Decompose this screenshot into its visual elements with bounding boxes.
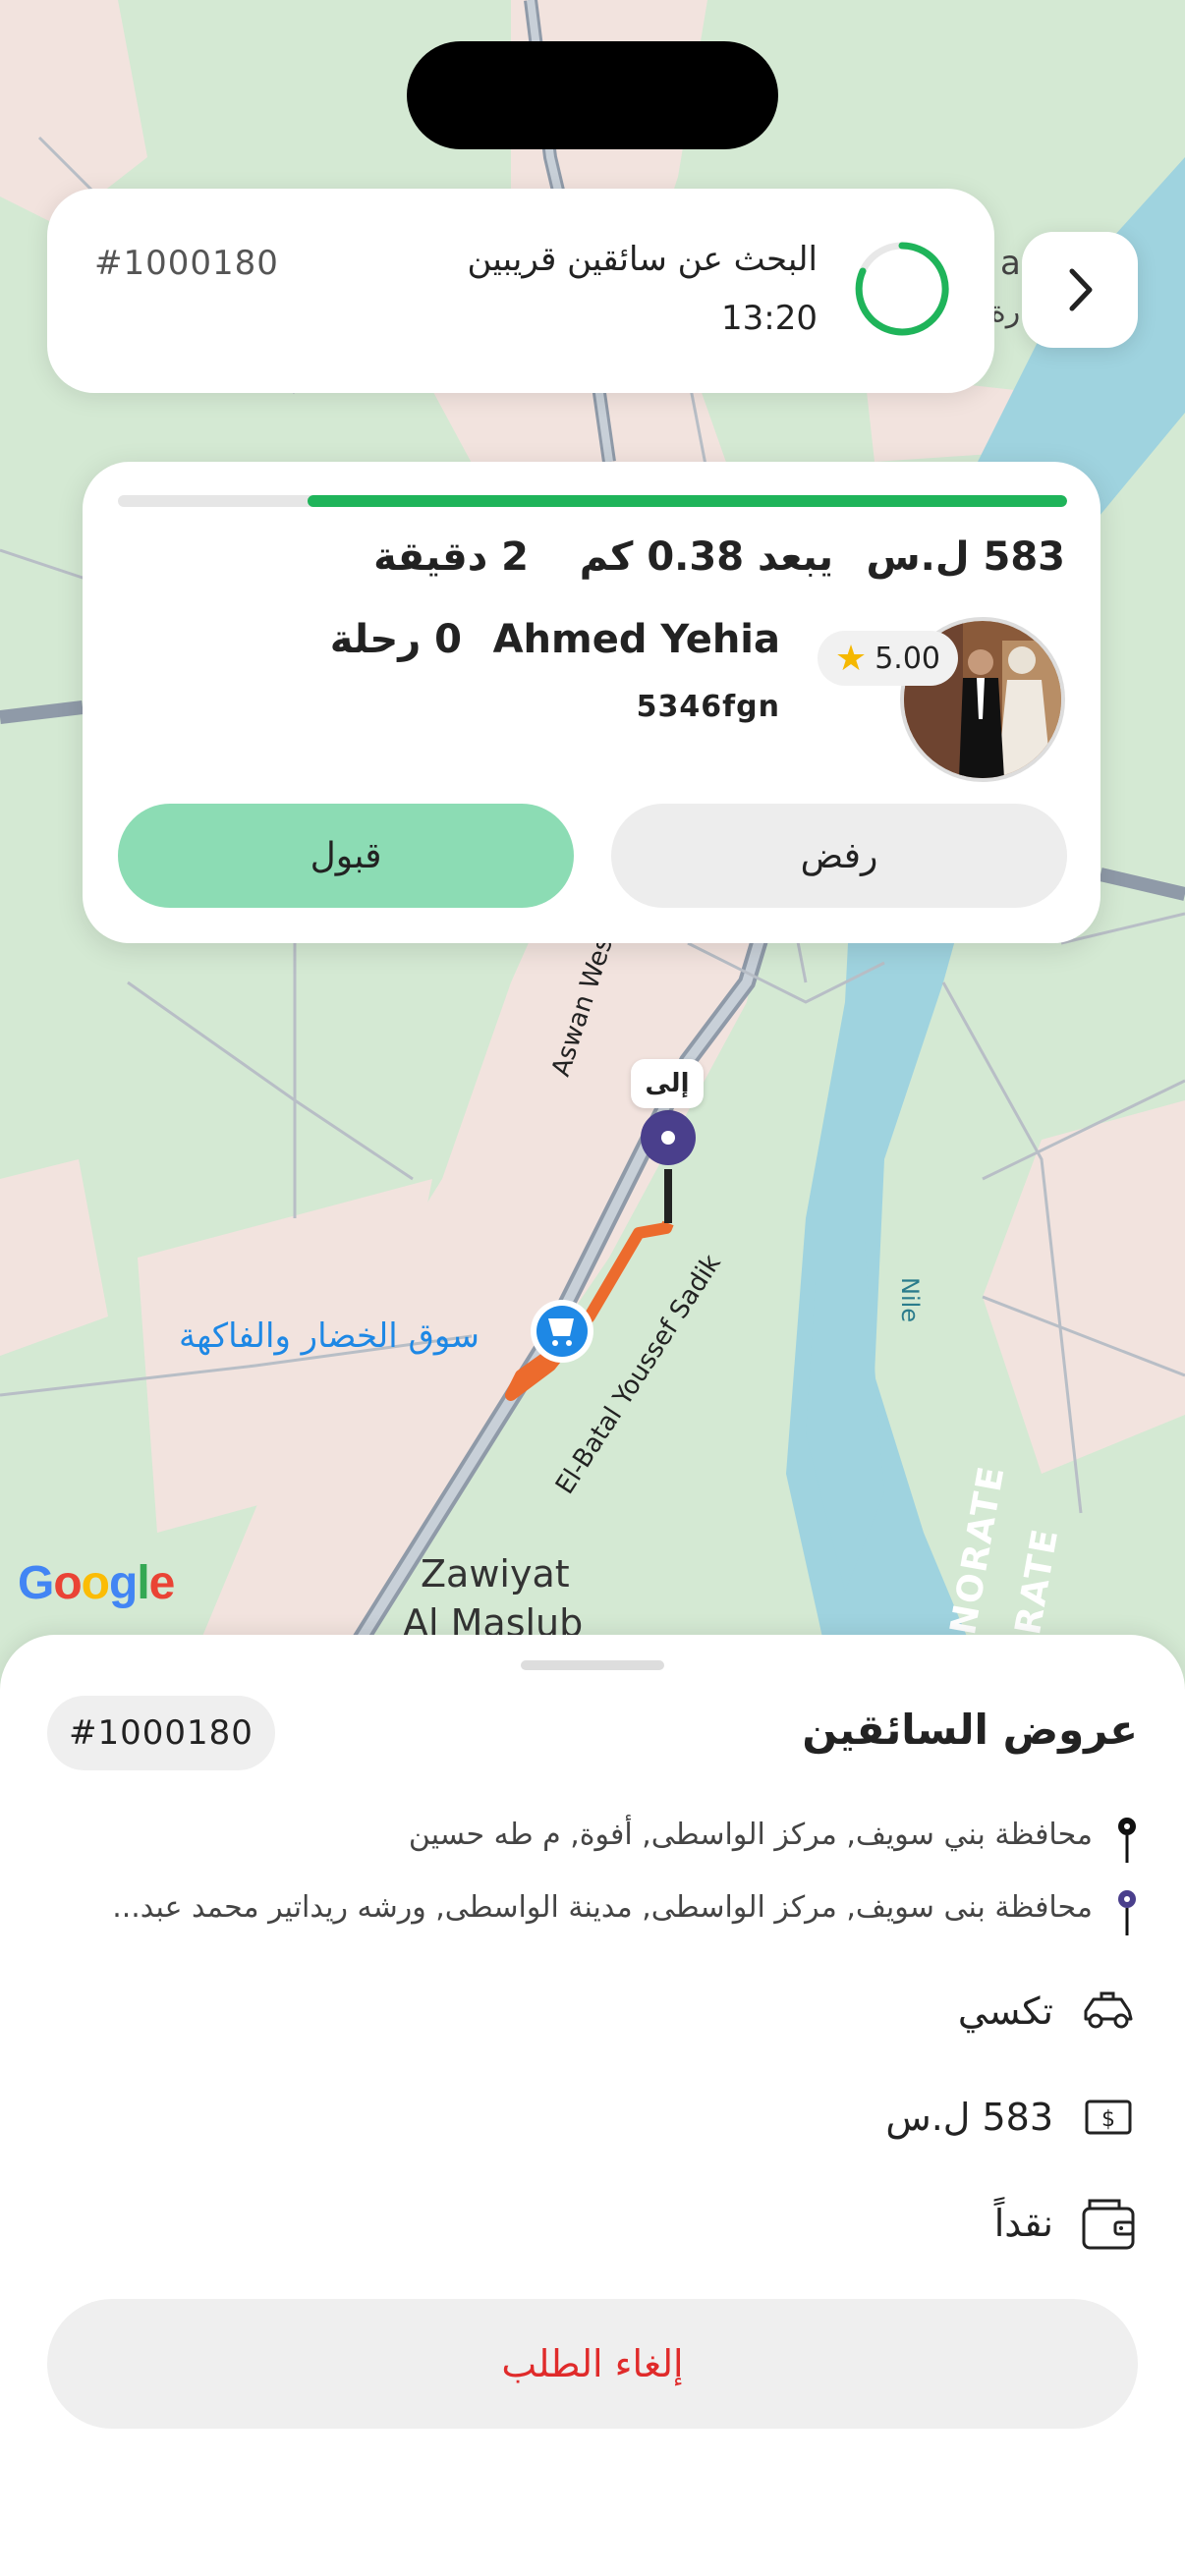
offer-timer-progress-fill <box>308 495 1067 507</box>
search-timer: 13:20 <box>721 299 818 338</box>
offer-price: 583 ل.س <box>866 534 1065 580</box>
sheet-title: عروض السائقين <box>802 1706 1138 1754</box>
search-order-id: #1000180 <box>94 244 279 283</box>
cancel-request-button[interactable]: إلغاء الطلب <box>47 2299 1138 2429</box>
cash-note-icon: $ <box>1079 2088 1138 2147</box>
loading-spinner-icon <box>853 240 951 338</box>
driver-offer-card: 583 ل.س يبعد 0.38 كم 2 دقيقة ★ 5.00 Ahme… <box>83 462 1100 943</box>
driver-name: Ahmed Yehia <box>492 617 780 662</box>
river-label: Nile <box>896 1277 924 1323</box>
reject-offer-button[interactable]: رفض <box>611 804 1067 908</box>
vehicle-type: تكسي <box>957 1989 1053 2033</box>
car-icon <box>1079 1982 1138 2041</box>
back-button[interactable] <box>1022 232 1138 348</box>
driver-rating: 5.00 <box>875 641 940 676</box>
search-status-card: #1000180 البحث عن سائقين قريبين 13:20 <box>47 189 994 393</box>
destination-tag: إلى <box>631 1059 704 1108</box>
accept-offer-button[interactable]: قبول <box>118 804 574 908</box>
wallet-icon <box>1079 2194 1138 2253</box>
offer-eta: 2 دقيقة <box>373 534 529 580</box>
pickup-pin-icon <box>1118 1818 1136 1863</box>
fare-row: $ 583 ل.س <box>885 2083 1138 2152</box>
vehicle-plate: 5346fgn <box>636 690 780 724</box>
offer-timer-progress <box>118 495 1067 507</box>
google-logo: Google <box>18 1557 175 1609</box>
fare-amount: 583 ل.س <box>885 2096 1053 2139</box>
map-edge-label-1: a <box>1000 244 1021 283</box>
order-id-badge: #1000180 <box>47 1696 275 1770</box>
pickup-address: محافظة بني سويف, مركز الواسطى, أفوة, م ط… <box>408 1818 1093 1852</box>
driver-offers-sheet: عروض السائقين #1000180 محافظة بني سويف, … <box>0 1635 1185 2576</box>
star-icon: ★ <box>834 638 868 679</box>
market-label: سوق الخضار والفاكهة <box>179 1316 480 1356</box>
sheet-drag-handle[interactable] <box>521 1660 664 1670</box>
chevron-right-icon <box>1069 268 1093 311</box>
map-edge-label-2: رة <box>990 295 1021 329</box>
payment-method: نقداً <box>993 2202 1053 2245</box>
device-notch <box>407 41 778 149</box>
vehicle-type-row: تكسي <box>958 1977 1138 2045</box>
svg-text:$: $ <box>1101 2107 1115 2132</box>
driver-rating-badge: ★ 5.00 <box>817 631 958 686</box>
search-status-title: البحث عن سائقين قريبين <box>467 240 818 279</box>
town-label-line1: Zawiyat <box>421 1552 570 1596</box>
dropoff-address: محافظة بنى سويف, مركز الواسطى, مدينة الو… <box>112 1890 1093 1925</box>
dropoff-pin-icon <box>1118 1890 1136 1935</box>
offer-distance: يبعد 0.38 كم <box>579 534 833 580</box>
driver-trip-count: 0 رحلة <box>329 617 462 662</box>
payment-row: نقداً <box>994 2189 1138 2258</box>
